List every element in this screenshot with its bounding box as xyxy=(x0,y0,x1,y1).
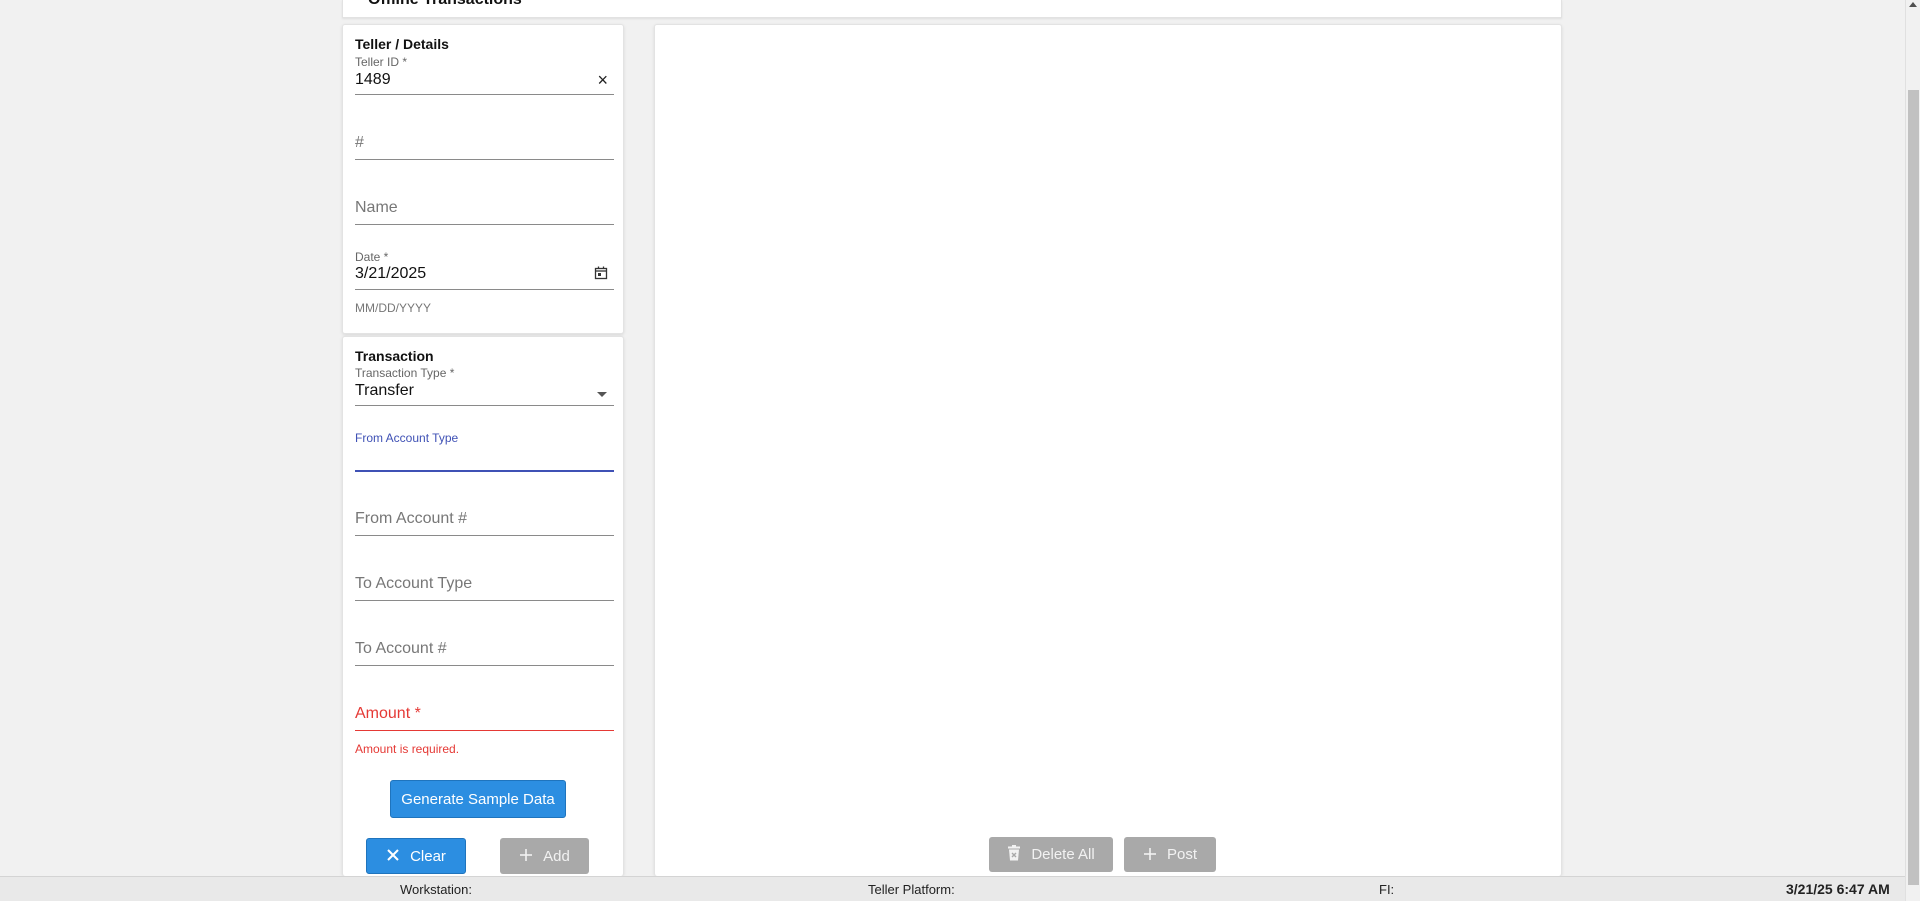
clear-button[interactable]: Clear xyxy=(366,838,466,874)
to-account-number-placeholder: To Account # xyxy=(355,640,447,657)
transaction-type-select[interactable]: Transaction Type * Transfer xyxy=(355,366,614,406)
number-placeholder: # xyxy=(355,134,364,151)
from-account-type-field[interactable]: From Account Type xyxy=(355,431,614,472)
caret-down-icon[interactable] xyxy=(596,386,608,404)
date-field[interactable]: Date * 3/21/2025 xyxy=(355,250,614,290)
to-account-type-field[interactable]: To Account Type xyxy=(355,561,614,601)
scrollbar-thumb[interactable] xyxy=(1908,90,1919,885)
page-header: Offline Transactions xyxy=(342,0,1562,18)
trash-icon xyxy=(1007,844,1021,865)
from-account-number-placeholder: From Account # xyxy=(355,510,468,527)
teller-id-field[interactable]: Teller ID * 1489 × xyxy=(355,55,614,95)
clear-label: Clear xyxy=(410,847,446,865)
status-clock: 3/21/25 6:47 AM xyxy=(1786,881,1890,897)
name-field[interactable]: Name xyxy=(355,185,614,225)
workstation-label: Workstation: xyxy=(400,882,473,897)
plus-icon xyxy=(519,846,533,866)
add-label: Add xyxy=(543,847,570,865)
generate-sample-data-button[interactable]: Generate Sample Data xyxy=(390,780,566,818)
to-account-number-field[interactable]: To Account # xyxy=(355,626,614,666)
post-label: Post xyxy=(1166,846,1197,863)
status-bar: Workstation: Teller Platform: FI: 3/21/2… xyxy=(0,876,1905,901)
transaction-type-label: Transaction Type * xyxy=(355,366,455,380)
scroll-up-icon[interactable] xyxy=(1909,2,1917,7)
amount-error-text: Amount is required. xyxy=(355,742,460,756)
teller-id-value: 1489 xyxy=(355,71,391,88)
date-value: 3/21/2025 xyxy=(355,265,427,282)
date-label: Date * xyxy=(355,250,389,264)
amount-field[interactable]: Amount * xyxy=(355,691,614,731)
close-icon[interactable]: × xyxy=(597,71,608,89)
calendar-icon[interactable] xyxy=(594,266,608,285)
page-scrollbar[interactable] xyxy=(1905,0,1920,901)
page-title: Offline Transactions xyxy=(368,0,522,9)
generate-sample-data-label: Generate Sample Data xyxy=(401,790,555,808)
transaction-panel: Transaction Transaction Type * Transfer … xyxy=(342,336,624,876)
number-field[interactable]: # xyxy=(355,120,614,160)
name-placeholder: Name xyxy=(355,199,398,216)
from-account-number-field[interactable]: From Account # xyxy=(355,496,614,536)
transaction-section-title: Transaction xyxy=(355,348,434,364)
date-helper-text: MM/DD/YYYY xyxy=(355,301,432,315)
amount-placeholder: Amount * xyxy=(355,705,421,722)
add-button[interactable]: Add xyxy=(500,838,589,874)
teller-platform-label: Teller Platform: xyxy=(868,882,955,897)
teller-details-panel: Teller / Details Teller ID * 1489 × # Na… xyxy=(342,24,624,334)
delete-all-label: Delete All xyxy=(1031,846,1095,863)
to-account-type-placeholder: To Account Type xyxy=(355,575,473,592)
fi-label: FI: xyxy=(1379,882,1395,897)
teller-section-title: Teller / Details xyxy=(355,36,449,52)
plus-icon xyxy=(1143,845,1157,865)
from-account-type-label: From Account Type xyxy=(355,431,459,445)
delete-all-button[interactable]: Delete All xyxy=(989,837,1113,872)
teller-id-label: Teller ID * xyxy=(355,55,408,69)
x-icon xyxy=(386,846,400,866)
post-button[interactable]: Post xyxy=(1124,837,1216,872)
transactions-list-panel: Delete All Post xyxy=(654,24,1562,876)
transaction-type-value: Transfer xyxy=(355,382,414,399)
